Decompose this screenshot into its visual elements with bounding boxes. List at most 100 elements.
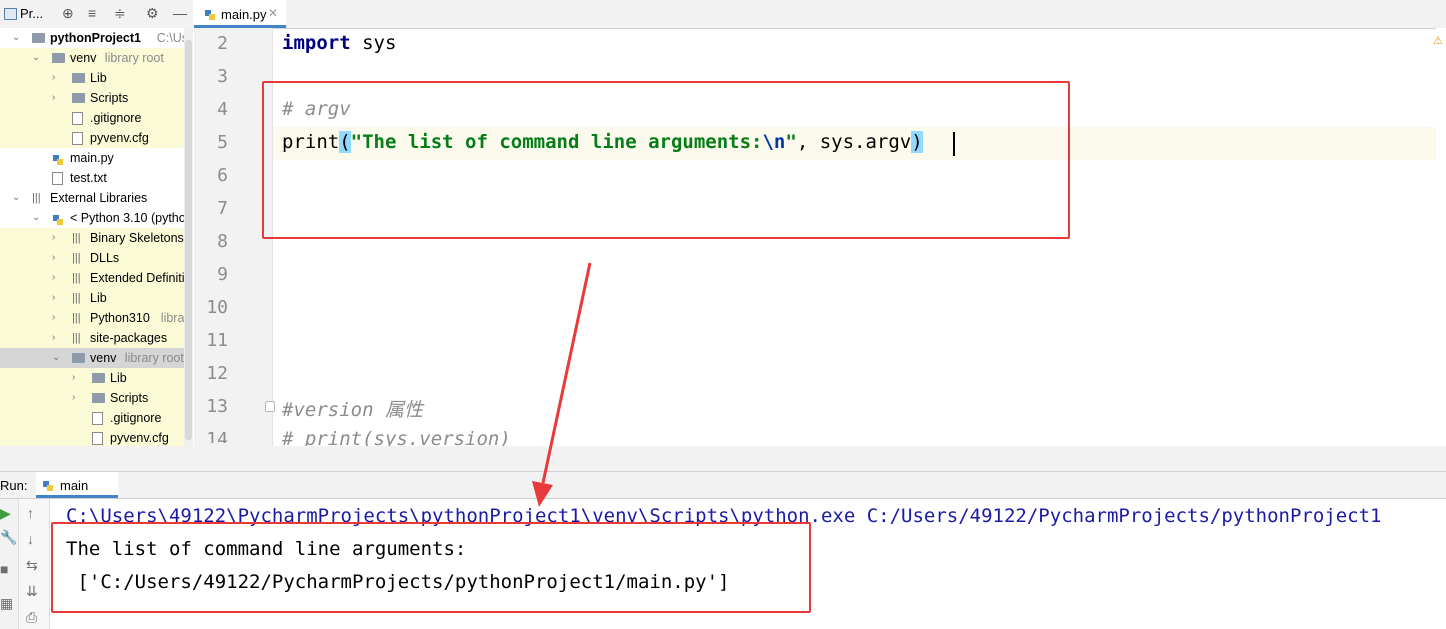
annotation-box-output <box>51 522 811 613</box>
scroll-to-end-icon[interactable]: ⇊ <box>26 583 38 599</box>
python-file-icon <box>52 152 65 165</box>
line-number[interactable]: 10 <box>194 297 228 318</box>
tree-item[interactable]: › ||| Extended Definitions <box>0 268 193 288</box>
chevron-right-icon[interactable]: › <box>52 268 62 288</box>
run-toolbar-secondary: ↑ ↓ ⇆ ⇊ ⎙ <box>19 499 50 629</box>
tree-item-label: pythonProject1 <box>50 31 141 45</box>
project-scrollbar-thumb[interactable] <box>185 40 192 440</box>
panel-splitter[interactable] <box>0 446 1446 472</box>
tree-item[interactable]: › Scripts <box>0 88 193 108</box>
line-number[interactable]: 13 <box>194 396 228 417</box>
project-tree[interactable]: ⌄pythonProject1C:\Users\49⌄venvlibrary r… <box>0 28 193 470</box>
line-number[interactable]: 12 <box>194 363 228 384</box>
tree-item[interactable]: ⌄ ||| External Libraries <box>0 188 193 208</box>
chevron-right-icon[interactable]: › <box>72 368 82 388</box>
tree-item[interactable]: ⌄ venv library root <box>0 348 193 368</box>
rerun-icon[interactable]: ▶ <box>0 505 11 521</box>
chevron-right-icon[interactable]: › <box>72 388 82 408</box>
chevron-right-icon[interactable]: › <box>52 248 62 268</box>
tree-item[interactable]: › Lib <box>0 68 193 88</box>
code-line-13[interactable]: #version 属性 <box>282 395 423 422</box>
tree-item[interactable]: ⌄ < Python 3.10 (pythonPro <box>0 208 193 228</box>
folder-icon <box>72 73 85 83</box>
expand-icon[interactable]: ≑ <box>114 5 126 21</box>
target-icon[interactable]: ⊕ <box>62 5 74 21</box>
chevron-down-icon[interactable]: ⌄ <box>52 348 62 368</box>
warning-icon[interactable]: ⚠ <box>1433 34 1443 47</box>
chevron-right-icon[interactable]: › <box>52 308 62 328</box>
folder-icon <box>92 373 105 383</box>
line-number[interactable]: 11 <box>194 330 228 351</box>
tree-item[interactable]: main.py <box>0 148 193 168</box>
chevron-down-icon[interactable]: ⌄ <box>32 48 42 68</box>
close-icon[interactable]: ✕ <box>268 6 278 20</box>
folder-icon <box>32 33 45 43</box>
print-icon[interactable]: ⎙ <box>26 609 37 625</box>
project-view-icon[interactable] <box>4 8 17 20</box>
tree-item[interactable]: › Scripts <box>0 388 193 408</box>
tree-item[interactable]: ›|||Python310library roo <box>0 308 193 328</box>
tree-item[interactable]: › Lib <box>0 368 193 388</box>
run-label: Run: <box>0 478 28 493</box>
python-file-icon <box>204 8 216 20</box>
editor-scrollbar[interactable] <box>1436 28 1446 446</box>
tree-item-label: < Python 3.10 (pythonPro <box>70 211 193 225</box>
minimize-icon[interactable]: — <box>173 5 187 21</box>
tree-item-label: Extended Definitions <box>90 271 193 285</box>
stop-icon[interactable]: ■ <box>0 561 8 577</box>
chevron-down-icon[interactable]: ⌄ <box>12 188 22 208</box>
tree-item-label: Lib <box>90 71 107 85</box>
arrow-down-icon[interactable]: ↓ <box>27 531 34 547</box>
tree-item-label: Binary Skeletons <box>90 231 184 245</box>
fold-icon[interactable] <box>265 401 275 412</box>
tree-item-label: site-packages <box>90 331 168 345</box>
chevron-down-icon[interactable]: ⌄ <box>12 28 22 48</box>
tree-item[interactable]: test.txt <box>0 168 193 188</box>
line-number[interactable]: 3 <box>194 66 228 87</box>
tree-item-label: venv <box>90 351 117 365</box>
line-number[interactable]: 4 <box>194 99 228 120</box>
chevron-right-icon[interactable]: › <box>52 288 62 308</box>
tree-item[interactable]: › ||| DLLs <box>0 248 193 268</box>
tree-item[interactable]: .gitignore <box>0 108 193 128</box>
tree-item-label: test.txt <box>70 171 107 185</box>
chevron-down-icon[interactable]: ⌄ <box>32 208 42 228</box>
arrow-up-icon[interactable]: ↑ <box>27 505 34 521</box>
tree-item[interactable]: ⌄ venv library root <box>0 48 193 68</box>
chevron-right-icon[interactable]: › <box>52 328 62 348</box>
tab-main-py[interactable]: main.py ✕ <box>194 0 286 28</box>
line-number[interactable]: 5 <box>194 132 228 153</box>
tree-item[interactable]: pyvenv.cfg <box>0 428 193 448</box>
file-icon <box>72 132 83 145</box>
code-line-14[interactable]: # print(sys.version) <box>282 428 511 446</box>
line-number[interactable]: 9 <box>194 264 228 285</box>
soft-wrap-icon[interactable]: ⇆ <box>26 557 38 573</box>
collapse-icon[interactable]: ≡ <box>88 5 96 21</box>
project-panel-title[interactable]: Pr... <box>20 6 43 21</box>
line-number[interactable]: 8 <box>194 231 228 252</box>
annotation-box-code <box>262 81 1070 239</box>
library-icon: ||| <box>72 312 81 324</box>
chevron-right-icon[interactable]: › <box>52 228 62 248</box>
file-icon <box>72 112 83 125</box>
wrench-icon[interactable]: 🔧 <box>0 529 17 545</box>
tree-item[interactable]: pyvenv.cfg <box>0 128 193 148</box>
line-number[interactable]: 6 <box>194 165 228 186</box>
tree-item[interactable]: › ||| Binary Skeletons <box>0 228 193 248</box>
line-number[interactable]: 7 <box>194 198 228 219</box>
tree-item[interactable]: .gitignore <box>0 408 193 428</box>
layout-icon[interactable]: ▦ <box>0 595 13 611</box>
gear-icon[interactable]: ⚙ <box>146 5 159 21</box>
chevron-right-icon[interactable]: › <box>52 68 62 88</box>
tree-item[interactable]: › ||| Lib <box>0 288 193 308</box>
tree-item[interactable]: ⌄pythonProject1C:\Users\49 <box>0 28 193 48</box>
line-number[interactable]: 2 <box>194 33 228 54</box>
line-number[interactable]: 14 <box>194 429 228 443</box>
run-tab-main[interactable]: main <box>36 472 118 498</box>
code-line-2[interactable]: import sys <box>282 32 396 54</box>
folder-icon <box>92 393 105 403</box>
tree-item-label: Scripts <box>110 391 149 405</box>
tree-item[interactable]: › ||| site-packages <box>0 328 193 348</box>
chevron-right-icon[interactable]: › <box>52 88 62 108</box>
keyword: import <box>282 32 351 54</box>
